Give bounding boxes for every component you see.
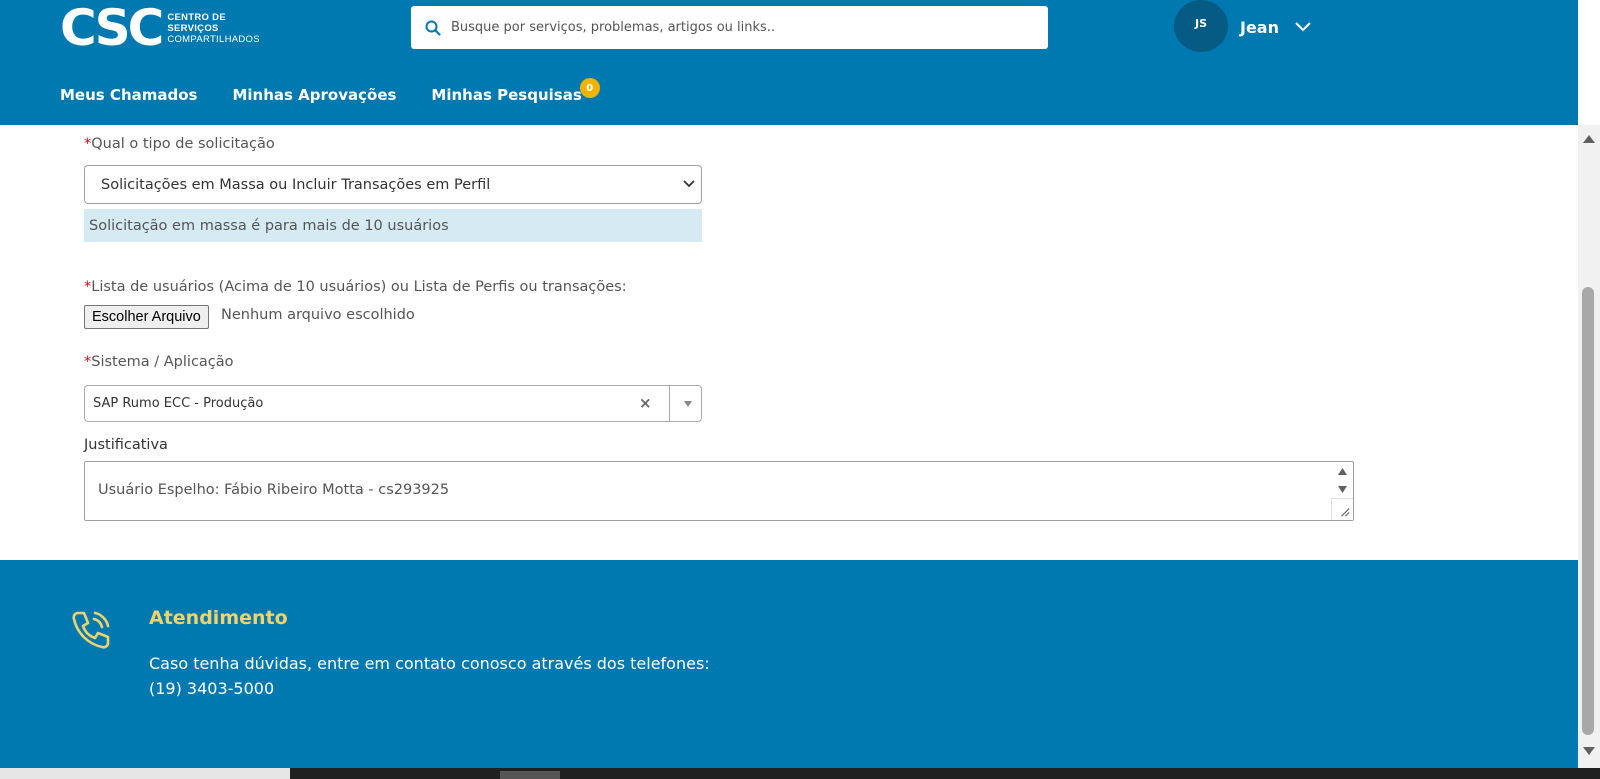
request-type-label: *Qual o tipo de solicitação bbox=[84, 136, 275, 152]
nav-label: Minhas Aprovações bbox=[232, 86, 397, 104]
pesquisas-count-badge: 0 bbox=[579, 78, 600, 98]
system-value: SAP Rumo ECC - Produção bbox=[93, 396, 264, 411]
justification-value: Usuário Espelho: Fábio Ribeiro Motta - c… bbox=[98, 482, 450, 498]
scroll-down-icon[interactable] bbox=[1583, 747, 1595, 755]
phone-icon bbox=[72, 611, 110, 649]
logo-line-2: SERVIÇOS bbox=[167, 22, 219, 34]
nav-minhas-pesquisas[interactable]: Minhas Pesquisas 0 bbox=[431, 78, 600, 104]
combo-divider bbox=[669, 386, 670, 421]
logo-subtitle: CENTRO DE SERVIÇOS COMPARTILHADOS bbox=[167, 12, 260, 45]
resize-handle-icon[interactable] bbox=[1331, 498, 1353, 520]
chevron-down-icon[interactable] bbox=[1294, 20, 1312, 34]
request-type-label-text: Qual o tipo de solicitação bbox=[91, 136, 275, 152]
os-taskbar bbox=[0, 768, 1600, 779]
system-label: *Sistema / Aplicação bbox=[84, 354, 234, 370]
chevron-down-icon bbox=[683, 180, 695, 188]
logo-text: CSC bbox=[60, 0, 164, 57]
user-list-label-text: Lista de usuários (Acima de 10 usuários)… bbox=[91, 279, 627, 295]
scroll-up-icon[interactable] bbox=[1583, 135, 1595, 143]
choose-file-button[interactable]: Escolher Arquivo bbox=[84, 305, 209, 329]
nav-label: Meus Chamados bbox=[60, 86, 198, 104]
dropdown-arrow-icon[interactable] bbox=[684, 401, 692, 407]
footer-title: Atendimento bbox=[149, 607, 288, 629]
nav-label: Minhas Pesquisas bbox=[431, 86, 582, 104]
system-label-text: Sistema / Aplicação bbox=[91, 354, 234, 370]
taskbar-segment bbox=[500, 771, 560, 779]
footer-contact-line: Caso tenha dúvidas, entre em contato con… bbox=[149, 654, 710, 673]
user-list-label: *Lista de usuários (Acima de 10 usuários… bbox=[84, 279, 627, 295]
request-type-select[interactable]: Solicitações em Massa ou Incluir Transaç… bbox=[84, 165, 702, 204]
footer-phone-number: (19) 3403-5000 bbox=[149, 679, 275, 698]
footer-contact-text: Caso tenha dúvidas, entre em contato con… bbox=[149, 651, 710, 701]
clear-selection-button[interactable]: × bbox=[639, 394, 652, 412]
justification-label: Justificativa bbox=[84, 437, 168, 453]
support-footer: Atendimento Caso tenha dúvidas, entre em… bbox=[0, 560, 1578, 768]
user-avatar[interactable]: JS bbox=[1174, 0, 1228, 52]
scroll-down-icon[interactable] bbox=[1338, 486, 1347, 493]
logo-line-3: COMPARTILHADOS bbox=[167, 33, 260, 45]
nav-meus-chamados[interactable]: Meus Chamados bbox=[60, 86, 197, 104]
system-combobox[interactable]: SAP Rumo ECC - Produção × bbox=[84, 385, 702, 422]
scrollbar-thumb[interactable] bbox=[1582, 287, 1594, 735]
justification-textarea[interactable]: Usuário Espelho: Fábio Ribeiro Motta - c… bbox=[84, 461, 1354, 521]
search-input[interactable] bbox=[451, 20, 1011, 35]
csc-logo[interactable]: CSC CENTRO DE SERVIÇOS COMPARTILHADOS bbox=[60, 0, 260, 57]
request-type-value: Solicitações em Massa ou Incluir Transaç… bbox=[101, 176, 491, 193]
page-scrollbar[interactable] bbox=[1578, 125, 1600, 768]
nav-minhas-aprovacoes[interactable]: Minhas Aprovações bbox=[232, 86, 396, 104]
request-type-info: Solicitação em massa é para mais de 10 u… bbox=[84, 209, 702, 242]
logo-line-1: CENTRO DE bbox=[167, 11, 226, 23]
scroll-up-icon[interactable] bbox=[1338, 468, 1347, 475]
search-bar[interactable] bbox=[411, 6, 1048, 49]
search-icon[interactable] bbox=[425, 20, 441, 36]
top-header: CSC CENTRO DE SERVIÇOS COMPARTILHADOS JS… bbox=[0, 0, 1578, 125]
taskbar-segment bbox=[0, 768, 290, 779]
main-nav: Meus Chamados Minhas Aprovações Minhas P… bbox=[60, 78, 617, 104]
user-name[interactable]: Jean bbox=[1240, 18, 1279, 37]
file-status: Nenhum arquivo escolhido bbox=[221, 307, 415, 323]
